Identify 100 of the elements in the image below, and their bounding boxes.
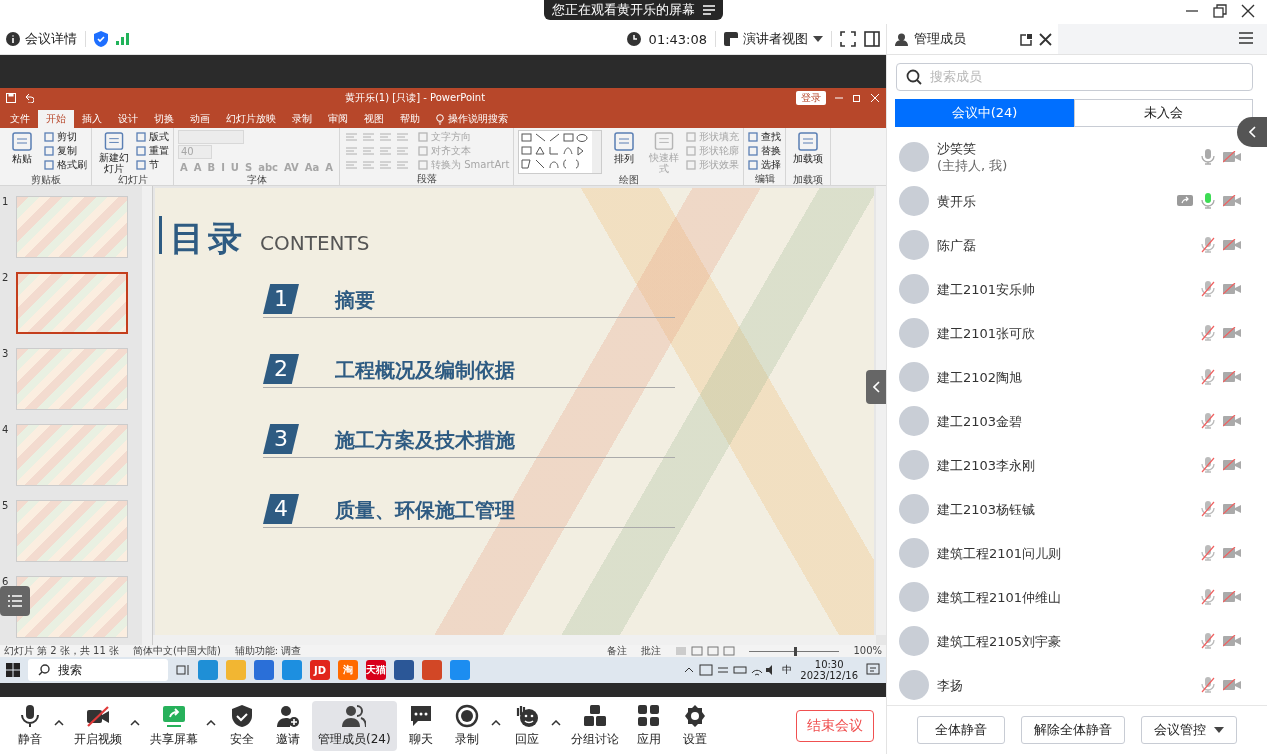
camera-off-icon[interactable] xyxy=(1223,283,1241,295)
camera-off-icon[interactable] xyxy=(1223,151,1241,163)
ribbon-tab[interactable]: 设计 xyxy=(110,110,146,128)
collapse-button[interactable] xyxy=(866,370,886,404)
microphone-muted-icon[interactable] xyxy=(1201,413,1215,429)
panel-button[interactable]: 全体静音 xyxy=(917,716,1005,744)
comments-button[interactable]: 批注 xyxy=(641,645,662,657)
camera-off-icon[interactable] xyxy=(1223,239,1241,251)
taskbar-app[interactable]: 天猫 xyxy=(366,660,386,680)
microphone-muted-icon[interactable] xyxy=(1201,677,1215,693)
camera-off-icon[interactable] xyxy=(1223,459,1241,471)
toolbar-button[interactable]: 开启视频 xyxy=(68,700,128,751)
meeting-info-button[interactable]: 会议详情 xyxy=(6,30,77,48)
camera-off-icon[interactable] xyxy=(1223,679,1241,691)
shape-gallery-drawing[interactable] xyxy=(518,130,603,174)
restore-icon[interactable] xyxy=(1211,2,1229,20)
panel-tab[interactable]: 管理成员 xyxy=(886,24,1058,54)
popout-icon[interactable] xyxy=(1020,32,1033,46)
tray-icons-drawing[interactable] xyxy=(684,663,775,677)
member-tab[interactable]: 会议中(24) xyxy=(895,99,1074,127)
camera-off-icon[interactable] xyxy=(1223,327,1241,339)
camera-off-icon[interactable] xyxy=(1223,591,1241,603)
sidebar-icon[interactable] xyxy=(864,31,880,47)
collapse-button[interactable] xyxy=(1237,117,1267,147)
notification-icon[interactable] xyxy=(866,663,880,677)
ribbon-button[interactable]: 加载项 xyxy=(790,130,827,174)
task-view-icon[interactable] xyxy=(176,663,190,677)
taskbar-app-icon[interactable] xyxy=(254,660,274,680)
ribbon-button[interactable]: 替换 xyxy=(748,144,782,158)
taskbar-app-icon[interactable] xyxy=(394,660,414,680)
ribbon-button[interactable]: 选择 xyxy=(748,158,782,172)
scrollbar[interactable] xyxy=(876,186,886,635)
toolbar-button[interactable]: 管理成员(24) xyxy=(312,700,397,751)
ribbon-tab[interactable]: 开始 xyxy=(38,110,74,128)
ribbon-button[interactable]: 复制 xyxy=(44,144,87,158)
close-icon[interactable] xyxy=(1039,32,1052,46)
toolbar-button[interactable]: 设置 xyxy=(672,700,717,751)
toolbar-button[interactable]: 共享屏幕 xyxy=(144,700,204,751)
shield-icon[interactable] xyxy=(94,31,108,47)
menu-icon[interactable] xyxy=(1239,31,1253,44)
slide-list-button[interactable] xyxy=(0,586,30,616)
ribbon-button[interactable]: 粘贴 xyxy=(4,130,40,174)
ribbon-button[interactable]: 节 xyxy=(136,158,169,172)
ribbon-button[interactable]: 查找 xyxy=(748,130,782,144)
ribbon-button[interactable]: 重置 xyxy=(136,144,169,158)
camera-off-icon[interactable] xyxy=(1223,547,1241,559)
login-button[interactable]: 登录 xyxy=(796,91,826,105)
toolbar-button[interactable]: 应用 xyxy=(626,700,671,751)
ribbon-button[interactable]: 格式刷 xyxy=(44,158,87,172)
ribbon-button[interactable]: 剪切 xyxy=(44,130,87,144)
panel-button[interactable]: 解除全体静音 xyxy=(1021,716,1125,744)
ribbon-button[interactable]: 排列 xyxy=(606,130,643,174)
toolbar-button[interactable]: 静音 xyxy=(8,700,52,751)
taskbar-clock[interactable]: 10:30 2023/12/16 xyxy=(800,659,858,681)
microphone-muted-icon[interactable] xyxy=(1201,545,1215,561)
microphone-muted-icon[interactable] xyxy=(1201,501,1215,517)
close-icon[interactable] xyxy=(1239,2,1257,20)
ribbon-button[interactable]: 版式 xyxy=(136,130,169,144)
microphone-icon[interactable] xyxy=(1201,149,1215,165)
undo-icon[interactable] xyxy=(24,93,34,103)
camera-off-icon[interactable] xyxy=(1223,635,1241,647)
notes-button[interactable]: 备注 xyxy=(607,645,628,657)
toolbar-button[interactable]: 邀请 xyxy=(266,700,310,751)
ribbon-tab[interactable]: 切换 xyxy=(146,110,182,128)
ribbon-tab[interactable]: 幻灯片放映 xyxy=(218,110,284,128)
panel-button[interactable]: 会议管控 xyxy=(1141,716,1237,744)
fullscreen-icon[interactable] xyxy=(840,31,856,47)
microphone-muted-icon[interactable] xyxy=(1201,589,1215,605)
ribbon-tab[interactable]: 帮助 xyxy=(392,110,428,128)
toolbar-button[interactable]: 回应 xyxy=(504,700,549,751)
taskbar-app[interactable]: JD xyxy=(310,660,330,680)
ribbon-tab[interactable]: 视图 xyxy=(356,110,392,128)
input-method[interactable]: 中 xyxy=(782,663,793,677)
toolbar-button[interactable]: 录制 xyxy=(444,700,489,751)
restore-icon[interactable] xyxy=(852,93,862,103)
microphone-muted-icon[interactable] xyxy=(1201,633,1215,649)
camera-off-icon[interactable] xyxy=(1223,371,1241,383)
taskbar-search[interactable]: 搜索 xyxy=(28,659,168,681)
camera-off-icon[interactable] xyxy=(1223,503,1241,515)
microphone-icon[interactable] xyxy=(1201,193,1215,209)
end-meeting-button[interactable]: 结束会议 xyxy=(796,709,874,742)
slide-thumbnail[interactable] xyxy=(16,272,128,334)
scrollbar[interactable] xyxy=(142,186,152,645)
ribbon-tab[interactable]: 文件 xyxy=(2,110,38,128)
windows-icon[interactable] xyxy=(6,663,20,677)
ribbon-tab[interactable]: 录制 xyxy=(284,110,320,128)
camera-off-icon[interactable] xyxy=(1223,415,1241,427)
toolbar-button[interactable]: 安全 xyxy=(220,700,264,751)
microphone-muted-icon[interactable] xyxy=(1201,281,1215,297)
microphone-muted-icon[interactable] xyxy=(1201,457,1215,473)
microphone-muted-icon[interactable] xyxy=(1201,237,1215,253)
save-icon[interactable] xyxy=(6,93,16,103)
view-mode-dropdown[interactable]: 演讲者视图 xyxy=(724,30,823,48)
ribbon-tab[interactable]: 动画 xyxy=(182,110,218,128)
microphone-muted-icon[interactable] xyxy=(1201,369,1215,385)
ribbon-tab[interactable]: 插入 xyxy=(74,110,110,128)
toolbar-button[interactable]: 聊天 xyxy=(398,700,443,751)
scrollbar[interactable] xyxy=(153,635,876,645)
member-tab[interactable]: 未入会 xyxy=(1074,99,1253,127)
ribbon-button[interactable]: 新建幻灯片 xyxy=(96,130,132,174)
